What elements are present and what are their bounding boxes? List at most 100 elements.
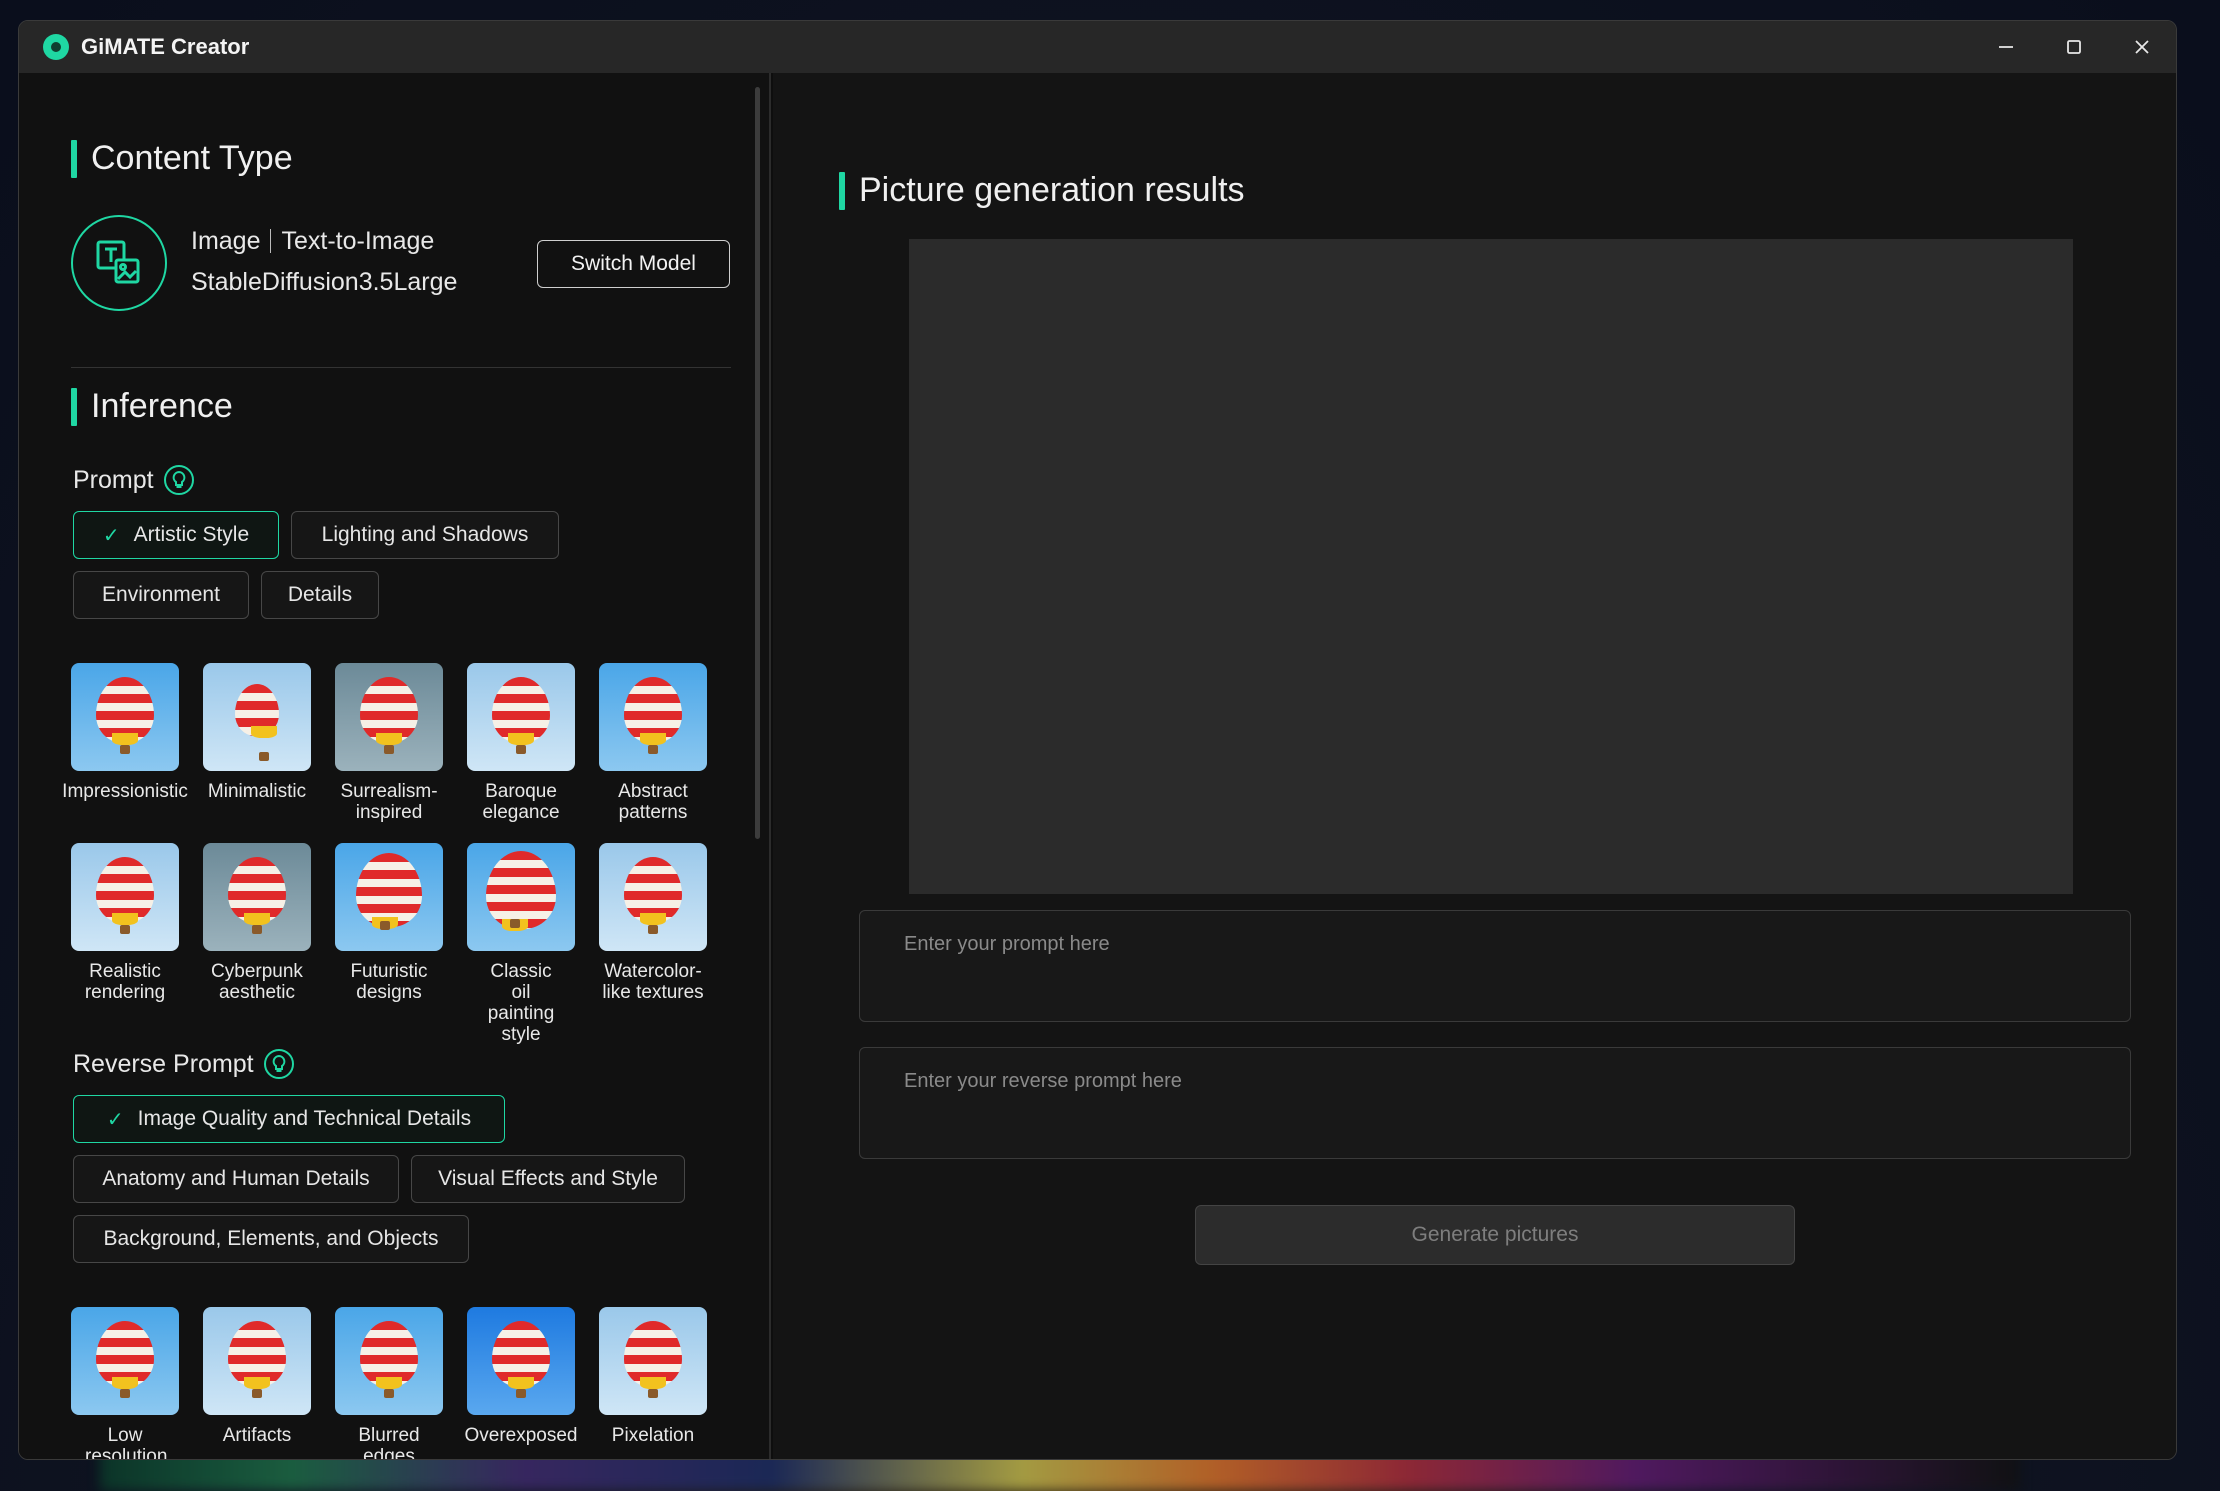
chip-label: Details [287, 583, 353, 606]
reverse-prompt-placeholder: Enter your reverse prompt here [904, 1070, 1182, 1092]
reverse-prompt-input[interactable]: Enter your reverse prompt here [859, 1047, 2131, 1159]
balloon-image [492, 677, 550, 754]
style-minimalistic[interactable]: Minimalistic [191, 663, 323, 802]
divider [71, 367, 731, 368]
reverse-prompt-label: Reverse Prompt [73, 1049, 254, 1078]
balloon-image [360, 1321, 418, 1398]
prompt-input[interactable]: Enter your prompt here [859, 910, 2131, 1022]
balloon-thumbnail [71, 1307, 179, 1415]
balloon-image [624, 677, 682, 754]
balloon-thumbnail [203, 843, 311, 951]
minimize-button[interactable] [1972, 21, 2040, 73]
style-watercolor-textures[interactable]: Watercolor-like textures [587, 843, 719, 1003]
balloon-image [228, 857, 286, 934]
app-logo-icon [43, 34, 69, 60]
balloon-thumbnail [71, 663, 179, 771]
style-label: Cyberpunk aesthetic [211, 961, 303, 1003]
balloon-image [624, 1321, 682, 1398]
chip-anatomy[interactable]: Anatomy and Human Details [73, 1155, 399, 1203]
balloon-thumbnail [599, 1307, 707, 1415]
generate-pictures-button[interactable]: Generate pictures [1195, 1205, 1795, 1265]
image-preview-area [909, 239, 2073, 894]
prompt-label-row: Prompt [73, 465, 194, 495]
style-label: Watercolor-like textures [602, 961, 704, 1003]
style-blurred-edges[interactable]: Blurred edges [323, 1307, 455, 1459]
balloon-image [96, 1321, 154, 1398]
chip-image-quality[interactable]: ✓ Image Quality and Technical Details [73, 1095, 505, 1143]
style-abstract-patterns[interactable]: Abstract patterns [587, 663, 719, 823]
window-controls [1972, 21, 2176, 73]
balloon-thumbnail [599, 843, 707, 951]
style-realistic-rendering[interactable]: Realistic rendering [59, 843, 191, 1003]
chip-background-elements[interactable]: Background, Elements, and Objects [73, 1215, 469, 1263]
chip-visual-effects[interactable]: Visual Effects and Style [411, 1155, 685, 1203]
content-type-heading: Content Type [71, 139, 293, 178]
style-overexposed[interactable]: Overexposed [455, 1307, 587, 1446]
prompt-label: Prompt [73, 465, 154, 494]
style-classic-oil-painting[interactable]: Classic oil painting style [455, 843, 587, 1045]
chip-lighting-and-shadows[interactable]: Lighting and Shadows [291, 511, 559, 559]
app-window: GiMATE Creator Content Type Image Text-t… [18, 20, 2177, 1460]
switch-model-button[interactable]: Switch Model [537, 240, 730, 288]
style-label: Baroque elegance [482, 781, 560, 823]
style-label: Surrealism-inspired [340, 781, 438, 823]
accent-bar [71, 139, 77, 178]
style-pixelation[interactable]: Pixelation [587, 1307, 719, 1446]
chip-label: Environment [102, 583, 220, 606]
style-cyberpunk-aesthetic[interactable]: Cyberpunk aesthetic [191, 843, 323, 1003]
style-label: Realistic rendering [84, 961, 166, 1003]
style-low-resolution[interactable]: Low resolution [59, 1307, 191, 1459]
balloon-thumbnail [467, 1307, 575, 1415]
style-surrealism-inspired[interactable]: Surrealism-inspired [323, 663, 455, 823]
style-label: Low resolution [85, 1425, 168, 1459]
separator [270, 229, 272, 253]
balloon-image [492, 1321, 550, 1398]
inference-title: Inference [91, 387, 233, 425]
chip-label: Visual Effects and Style [438, 1167, 658, 1190]
style-label: Pixelation [611, 1425, 695, 1446]
balloon-image [360, 677, 418, 754]
style-label: Minimalistic [207, 781, 307, 802]
chip-environment[interactable]: Environment [73, 571, 249, 619]
balloon-image [96, 677, 154, 754]
close-icon [2135, 40, 2149, 54]
app-title: GiMATE Creator [81, 34, 250, 59]
check-icon: ✓ [106, 1108, 124, 1131]
style-label: Artifacts [222, 1425, 292, 1446]
style-impressionistic[interactable]: Impressionistic [59, 663, 191, 802]
balloon-thumbnail [335, 663, 443, 771]
balloon-thumbnail [467, 843, 575, 951]
prompt-placeholder: Enter your prompt here [904, 933, 1110, 955]
chip-label: Artistic Style [133, 523, 250, 546]
balloon-thumbnail [335, 1307, 443, 1415]
balloon-thumbnail [599, 663, 707, 771]
model-name: StableDiffusion3.5Large [191, 268, 458, 296]
chip-artistic-style[interactable]: ✓ Artistic Style [73, 511, 279, 559]
close-button[interactable] [2108, 21, 2176, 73]
balloon-thumbnail [71, 843, 179, 951]
style-label: Overexposed [464, 1425, 578, 1446]
maximize-icon [2067, 40, 2081, 54]
accent-bar [71, 387, 77, 426]
balloon-image [96, 857, 154, 934]
title-bar[interactable]: GiMATE Creator [19, 21, 2176, 73]
style-futuristic-designs[interactable]: Futuristic designs [323, 843, 455, 1003]
chip-label: Lighting and Shadows [321, 523, 529, 546]
chip-label: Background, Elements, and Objects [103, 1227, 439, 1250]
balloon-thumbnail [203, 663, 311, 771]
results-heading: Picture generation results [839, 171, 1245, 210]
reverse-prompt-label-row: Reverse Prompt [73, 1049, 294, 1079]
style-baroque-elegance[interactable]: Baroque elegance [455, 663, 587, 823]
balloon-image [624, 857, 682, 934]
balloon-image [228, 1321, 286, 1398]
results-title: Picture generation results [859, 171, 1245, 209]
chip-details[interactable]: Details [261, 571, 379, 619]
maximize-button[interactable] [2040, 21, 2108, 73]
results-panel: Picture generation results Enter your pr… [773, 73, 2176, 1459]
balloon-thumbnail [203, 1307, 311, 1415]
lightbulb-icon[interactable] [163, 465, 194, 495]
scrollbar-thumb[interactable] [755, 87, 760, 839]
lightbulb-icon[interactable] [263, 1049, 294, 1079]
style-artifacts[interactable]: Artifacts [191, 1307, 323, 1446]
chip-label: Anatomy and Human Details [102, 1167, 370, 1190]
